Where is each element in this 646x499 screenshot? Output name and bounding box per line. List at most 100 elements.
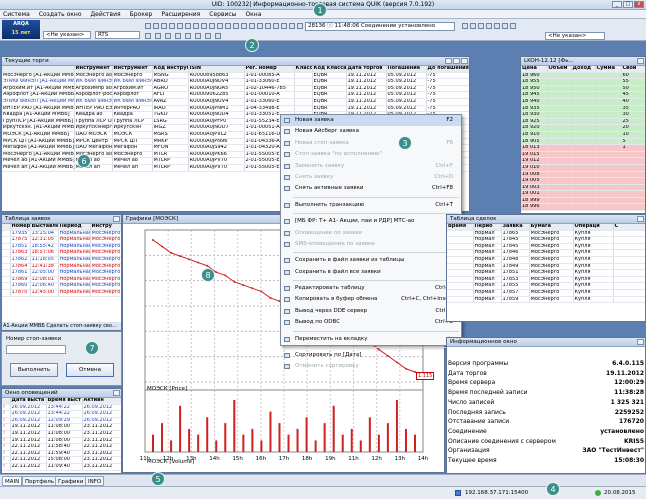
- alert-row[interactable]: ! 22.11.2012 11:09:40 23.11.2012: [2, 463, 121, 471]
- order-row[interactable]: 17860 12:06:40 Нормальная МосЭнерго: [2, 282, 121, 290]
- alert-row[interactable]: ! 26.09.2012 13:44:22 26.09.2012: [2, 410, 121, 418]
- column-header[interactable]: Объём: [547, 66, 572, 73]
- stop-order-number-input[interactable]: [6, 345, 66, 354]
- toolbar-tool-icon[interactable]: [273, 23, 279, 29]
- alert-row[interactable]: ! 22.11.2012 15:08:00 23.11.2012: [2, 456, 121, 464]
- table-row[interactable]: ИНТЕР РАО [А1-Акции ММВБ] ИНТЕР РАО ЕЭС Ин…: [2, 105, 469, 113]
- deal-row[interactable]: Нормал 17855 МосЭнерго Купля: [447, 282, 645, 290]
- toolbar-tool-icon[interactable]: [494, 23, 500, 29]
- toolbar-tool-icon[interactable]: [169, 23, 175, 29]
- close-button[interactable]: x: [634, 1, 644, 8]
- chart-tool-icon[interactable]: [195, 33, 201, 39]
- menu-item-system[interactable]: Система: [3, 10, 30, 18]
- menu-item-windows[interactable]: Окна: [245, 10, 261, 18]
- context-menu-item[interactable]: Копировать в буфер обмена Ctrl+C, Ctrl+In…: [281, 294, 461, 305]
- order-row[interactable]: 17935 13:15:04 Нормальная МосЭнерго: [2, 230, 121, 238]
- tab-charts[interactable]: Графики: [55, 476, 87, 486]
- deal-row[interactable]: Нормал 17845 МосЭнерго Купля: [447, 243, 645, 251]
- orderbook-row[interactable]: 18 945 45: [521, 91, 645, 99]
- window-close-button[interactable]: [113, 390, 120, 396]
- deal-row[interactable]: Нормал 17845 МосЭнерго Купля: [447, 236, 645, 244]
- toolbar-tool-icon[interactable]: [225, 23, 231, 29]
- column-header[interactable]: Номер: [10, 224, 31, 231]
- toolbar-tool-icon[interactable]: [233, 23, 239, 29]
- toolbar-tool-icon[interactable]: [177, 23, 183, 29]
- column-header[interactable]: Инструмент: [74, 66, 113, 73]
- column-header[interactable]: Дата выста: [10, 398, 47, 405]
- context-menu-item[interactable]: Выполнить транзакцию Ctrl+T: [281, 200, 461, 211]
- column-header[interactable]: Инструмент: [112, 66, 153, 73]
- deal-row[interactable]: Нормал 17851 МосЭнерго Купля: [447, 269, 645, 277]
- toolbar-tool-icon[interactable]: [145, 23, 151, 29]
- toolbar-tool-icon[interactable]: [153, 23, 159, 29]
- orderbook-row[interactable]: 19 012: [521, 157, 645, 165]
- menu-item-broker[interactable]: Брокер: [130, 10, 153, 18]
- toolbar-tool-icon[interactable]: [161, 23, 167, 29]
- column-header[interactable]: Выставле: [30, 224, 59, 231]
- orderbook-row[interactable]: 18 940 40: [521, 98, 645, 106]
- window-close-button[interactable]: [637, 339, 644, 345]
- context-menu-item[interactable]: Новая Айсберг заявка: [281, 126, 461, 137]
- context-menu-item[interactable]: Вывод через DDE сервер Ctrl+L: [281, 306, 461, 317]
- menu-item-actions[interactable]: Действия: [90, 10, 120, 18]
- orderbook-row[interactable]: 19 003: [521, 184, 645, 192]
- table-row[interactable]: Агрохим.ит [А1-Акции ММВБ] Агрохимпр ао Аг…: [2, 85, 469, 93]
- context-menu-item[interactable]: Снять активные заявки Ctrl+F8: [281, 183, 461, 194]
- execute-button[interactable]: Выполнить: [10, 363, 58, 377]
- order-row[interactable]: 17861 12:05:00 Нормальная МосЭнерго: [2, 269, 121, 277]
- alert-row[interactable]: ! 19.11.2012 11:08:00 23.11.2012: [2, 423, 121, 431]
- maximize-button[interactable]: □: [623, 1, 633, 8]
- orderbook-row[interactable]: 18 996: [521, 203, 645, 212]
- orderbook-row[interactable]: 18 910 10: [521, 131, 645, 139]
- context-menu-item[interactable]: Переместить на вкладку▶: [281, 334, 461, 345]
- toolbar-tool-icon[interactable]: [478, 23, 484, 29]
- window-close-button[interactable]: [113, 216, 120, 222]
- order-row[interactable]: 17862 11:18:05 Нормальная МосЭнерго: [2, 256, 121, 264]
- orderbook-row[interactable]: 18 930 30: [521, 111, 645, 119]
- context-menu-item[interactable]: Редактировать таблицу Ctrl+E: [281, 283, 461, 294]
- deal-row[interactable]: Нормал 17848 МосЭнерго Купля: [447, 256, 645, 264]
- order-row[interactable]: 17875 12:31:05 Нормальная МосЭнерго: [2, 236, 121, 244]
- orderbook-row[interactable]: 19 008: [521, 171, 645, 179]
- context-menu-item[interactable]: Новая заявка F2: [281, 115, 461, 127]
- toolbar-tool-icon[interactable]: [486, 23, 492, 29]
- order-row[interactable]: 17851 18:55:42 Нормальная МосЭнерго: [2, 243, 121, 251]
- orderbook-row[interactable]: 18 905 5: [521, 138, 645, 146]
- firm-select[interactable]: <Не указан>: [43, 31, 91, 39]
- cancel-button[interactable]: Отмена: [66, 363, 114, 377]
- menu-item-create-window[interactable]: Создать окно: [39, 10, 82, 18]
- chart-tool-icon[interactable]: [215, 33, 221, 39]
- alert-row[interactable]: ! 26.09.2012 13:44:22 26.09.2012: [2, 404, 121, 412]
- toolbar-tool-icon[interactable]: [289, 23, 295, 29]
- toolbar-tool-icon[interactable]: [281, 23, 287, 29]
- chart-tool-icon[interactable]: [145, 33, 151, 39]
- alert-row[interactable]: ! 19.11.2012 11:08:00 23.11.2012: [2, 437, 121, 445]
- orderbook-row[interactable]: 19 005: [521, 177, 645, 185]
- orderbook-row[interactable]: 18 950 50: [521, 85, 645, 93]
- toolbar-tool-icon[interactable]: [470, 23, 476, 29]
- chart-tool-icon[interactable]: [155, 33, 161, 39]
- orderbook-row[interactable]: 19 010: [521, 164, 645, 172]
- toolbar-tool-icon[interactable]: [193, 23, 199, 29]
- alert-row[interactable]: ! 19.11.2012 11:08:00 23.11.2012: [2, 430, 121, 438]
- toolbar-tool-icon[interactable]: [241, 23, 247, 29]
- context-menu-item[interactable]: Сортировать по [Дата]: [281, 350, 461, 361]
- context-menu-item[interactable]: Вывод по ODBC Ctrl+B: [281, 317, 461, 328]
- toolbar-tool-icon[interactable]: [201, 23, 207, 29]
- account-select[interactable]: <Не указан>: [545, 32, 605, 40]
- ticker-select[interactable]: RTS: [95, 31, 140, 39]
- orderbook-row[interactable]: 18 920 20: [521, 124, 645, 132]
- column-header[interactable]: Погашение: [386, 66, 427, 73]
- toolbar-tool-icon[interactable]: [462, 23, 468, 29]
- column-header[interactable]: Время выст: [46, 398, 83, 405]
- chart-tool-icon[interactable]: [185, 33, 191, 39]
- chart-tool-icon[interactable]: [205, 33, 211, 39]
- window-close-button[interactable]: [637, 58, 644, 64]
- toolbar-tool-icon[interactable]: [297, 23, 303, 29]
- deal-row[interactable]: Нормал 17849 МосЭнерго Купля: [447, 263, 645, 271]
- toolbar-tool-icon[interactable]: [265, 23, 271, 29]
- window-close-button[interactable]: [461, 58, 468, 64]
- toolbar-tool-icon[interactable]: [217, 23, 223, 29]
- alert-row[interactable]: ! 22.11.2012 11:58:40 22.11.2012: [2, 443, 121, 451]
- window-minimize-button[interactable]: [445, 58, 452, 64]
